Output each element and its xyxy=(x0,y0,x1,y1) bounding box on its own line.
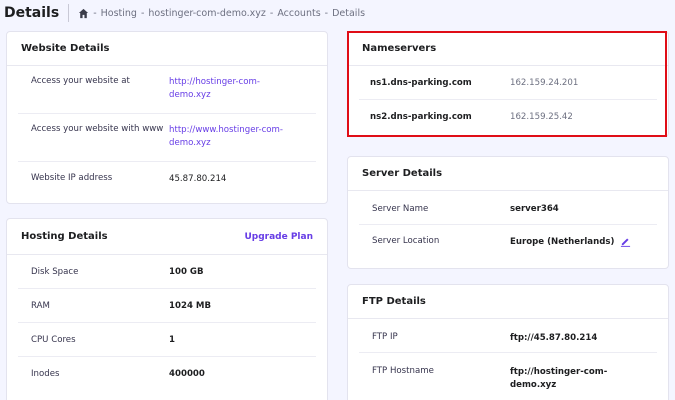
breadcrumb: - Hosting - hostinger-com-demo.xyz - Acc… xyxy=(69,8,365,19)
nameserver-host: ns2.dns-parking.com xyxy=(370,112,472,122)
home-icon[interactable] xyxy=(78,8,89,19)
website-row-url: Access your website at http://hostinger-… xyxy=(18,66,316,114)
card-title: Server Details xyxy=(362,168,443,179)
row-label: RAM xyxy=(31,301,50,311)
breadcrumb-item-accounts[interactable]: Accounts xyxy=(277,8,320,19)
ftp-hostname-value: ftp://hostinger-com-demo.xyz xyxy=(510,367,608,390)
card-header: Nameservers xyxy=(348,32,668,66)
nameserver-ip: 162.159.25.42 xyxy=(510,112,573,122)
nameserver-host: ns1.dns-parking.com xyxy=(370,78,472,88)
server-row-name: Server Name server364 xyxy=(359,191,657,225)
card-title: FTP Details xyxy=(362,296,426,307)
nameserver-row-2: ns2.dns-parking.com 162.159.25.42 xyxy=(359,100,657,134)
breadcrumb-separator: - xyxy=(140,7,145,19)
row-label: Website IP address xyxy=(31,173,113,183)
row-value: 400000 xyxy=(169,369,205,379)
breadcrumb-separator: - xyxy=(93,7,97,19)
page-title: Details xyxy=(0,4,70,22)
ftp-row-hostname: FTP Hostname ftp://hostinger-com-demo.xy… xyxy=(359,353,657,400)
ftp-details-card: FTP Details FTP IP ftp://45.87.80.214 FT… xyxy=(347,284,669,400)
website-url-link[interactable]: http://hostinger-com-demo.xyz xyxy=(169,76,289,102)
website-ip-value: 45.87.80.214 xyxy=(169,174,227,184)
ftp-row-ip: FTP IP ftp://45.87.80.214 xyxy=(359,319,657,353)
card-header: FTP Details xyxy=(348,285,668,319)
server-details-card: Server Details Server Name server364 Ser… xyxy=(347,156,669,269)
nameserver-ip: 162.159.24.201 xyxy=(510,78,579,88)
top-bar: Details - Hosting - hostinger-com-demo.x… xyxy=(0,0,675,26)
row-label: Access your website at xyxy=(31,76,130,86)
nameservers-card: Nameservers ns1.dns-parking.com 162.159.… xyxy=(347,31,669,137)
server-row-location: Server Location Europe (Netherlands) xyxy=(359,225,657,261)
card-title: Website Details xyxy=(21,43,110,54)
row-label: Access your website with www xyxy=(31,124,164,134)
card-header: Hosting Details Upgrade Plan xyxy=(7,219,327,255)
server-location-value: Europe (Netherlands) xyxy=(510,236,615,247)
hosting-row-inodes: Inodes 400000 xyxy=(18,357,316,391)
card-title: Nameservers xyxy=(362,43,437,54)
row-value: Europe (Netherlands) xyxy=(510,236,631,247)
row-label: FTP IP xyxy=(372,332,398,342)
nameserver-row-1: ns1.dns-parking.com 162.159.24.201 xyxy=(359,66,657,100)
row-label: CPU Cores xyxy=(31,335,76,345)
row-value: 1 xyxy=(169,335,175,345)
website-row-www: Access your website with www http://www.… xyxy=(18,114,316,162)
pencil-icon[interactable] xyxy=(620,236,631,247)
upgrade-plan-link[interactable]: Upgrade Plan xyxy=(244,232,313,242)
breadcrumb-separator: - xyxy=(269,7,274,19)
row-value: 100 GB xyxy=(169,267,204,277)
card-header: Website Details xyxy=(7,32,327,66)
row-label: Server Location xyxy=(372,236,440,246)
ftp-ip-value: ftp://45.87.80.214 xyxy=(510,333,598,343)
breadcrumb-item-details: Details xyxy=(332,7,366,19)
breadcrumb-separator: - xyxy=(324,7,329,19)
hosting-row-disk: Disk Space 100 GB xyxy=(18,255,316,289)
breadcrumb-item-domain[interactable]: hostinger-com-demo.xyz xyxy=(148,8,266,19)
row-label: Server Name xyxy=(372,204,429,214)
row-label: Disk Space xyxy=(31,267,79,277)
hosting-row-cpu: CPU Cores 1 xyxy=(18,323,316,357)
card-header: Server Details xyxy=(348,157,668,191)
row-label: Inodes xyxy=(31,369,60,379)
hosting-row-ram: RAM 1024 MB xyxy=(18,289,316,323)
website-details-card: Website Details Access your website at h… xyxy=(6,31,328,204)
row-value: server364 xyxy=(510,204,559,214)
breadcrumb-item-hosting[interactable]: Hosting xyxy=(101,8,137,19)
website-row-ip: Website IP address 45.87.80.214 xyxy=(18,162,316,202)
row-value: 1024 MB xyxy=(169,301,212,311)
card-title: Hosting Details xyxy=(21,231,108,242)
hosting-details-card: Hosting Details Upgrade Plan Disk Space … xyxy=(6,218,328,400)
website-www-link[interactable]: http://www.hostinger-com-demo.xyz xyxy=(169,124,289,150)
row-label: FTP Hostname xyxy=(372,366,434,376)
